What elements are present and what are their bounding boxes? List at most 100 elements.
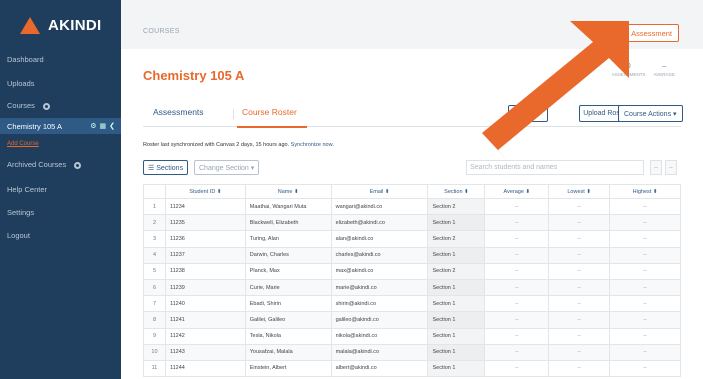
average: – xyxy=(484,197,550,216)
table-row[interactable]: 2 11235 Blackwell, Elizabeth elizabeth@akin… xyxy=(143,214,681,232)
row-index: 6 xyxy=(143,278,166,297)
highest: – xyxy=(609,197,681,216)
student-search-input[interactable]: Search students and names xyxy=(466,160,644,175)
akindi-logo-icon xyxy=(20,17,40,34)
row-index: 9 xyxy=(143,327,166,345)
share-icon[interactable]: ❮ xyxy=(109,122,115,130)
archived-gear-icon[interactable] xyxy=(74,161,82,169)
table-row[interactable]: 10 11243 Yousafzai, Malala malala@akindi.co… xyxy=(143,343,681,361)
student-id: 11240 xyxy=(164,295,246,313)
roster-sync-text: Roster last synchronized with Canvas 2 d… xyxy=(143,142,290,148)
tab-course-roster[interactable]: Course Roster xyxy=(242,107,297,117)
student-section: Section 1 xyxy=(427,343,486,361)
add-course-link[interactable]: Add Course xyxy=(7,141,39,147)
sidebar-item-uploads[interactable]: Uploads xyxy=(7,79,35,88)
roster-sync-info: Roster last synchronized with Canvas 2 d… xyxy=(143,142,334,148)
average: – xyxy=(484,295,550,313)
column-header[interactable]: Section ⬍ xyxy=(427,184,486,199)
course-stats: 0 ASSESSMENTS – AVERAGE xyxy=(612,63,675,77)
courses-gear-icon[interactable] xyxy=(43,102,51,110)
row-index: 2 xyxy=(143,214,166,232)
table-row[interactable]: 3 11236 Turing, Alan alan@akindi.co Section … xyxy=(143,230,681,248)
lowest: – xyxy=(548,359,611,378)
table-row[interactable]: 1 11234 Maathai, Wangari Muta wangari@akind… xyxy=(143,197,681,216)
collapse-button-2[interactable]: – xyxy=(665,160,677,175)
highest: – xyxy=(609,262,681,280)
average: – xyxy=(484,343,550,361)
table-row[interactable]: 5 11238 Planck, Max max@akindi.co Section 2–… xyxy=(143,262,681,280)
table-row[interactable]: 11 11244 Einstein, Albert albert@akindi.co S… xyxy=(143,359,681,378)
settings-gear-icon[interactable]: ⚙ xyxy=(90,122,96,130)
column-header[interactable]: Student ID ⬍ xyxy=(164,184,246,199)
sidebar-item-dashboard[interactable]: Dashboard xyxy=(7,55,44,64)
tab-assessments[interactable]: Assessments xyxy=(153,107,204,117)
stat-value: – xyxy=(662,63,667,70)
column-header[interactable]: Lowest ⬍ xyxy=(548,184,611,199)
student-section: Section 1 xyxy=(427,327,486,345)
course-actions-button[interactable]: Course Actions ▾ xyxy=(618,105,683,122)
lowest: – xyxy=(548,262,611,280)
table-row[interactable]: 9 11242 Tesla, Nikola nikola@akindi.co Secti… xyxy=(143,327,681,345)
student-email: marie@akindi.co xyxy=(330,278,429,297)
column-header[interactable]: Average ⬍ xyxy=(484,184,550,199)
tab-divider xyxy=(233,109,234,119)
sidebar-item-settings[interactable]: Settings xyxy=(7,208,34,217)
student-name: Einstein, Albert xyxy=(244,359,332,378)
active-tab-indicator xyxy=(237,126,307,128)
table-row[interactable]: 8 11241 Galilei, Galileo galileo@akindi.co S… xyxy=(143,311,681,329)
sidebar-item-chemistry-105-a[interactable]: Chemistry 105 A ⚙ ▦ ❮ xyxy=(0,118,121,134)
student-id: 11242 xyxy=(164,327,246,345)
student-section: Section 1 xyxy=(427,359,486,378)
brand-name: AKINDI xyxy=(48,17,102,34)
column-header[interactable]: Name ⬍ xyxy=(244,184,332,199)
highest: – xyxy=(609,343,681,361)
student-id: 11243 xyxy=(164,343,246,361)
average: – xyxy=(484,262,550,280)
table-row[interactable]: 6 11239 Curie, Marie marie@akindi.co Section… xyxy=(143,278,681,297)
average: – xyxy=(484,230,550,248)
average: – xyxy=(484,246,550,264)
sidebar-item-courses[interactable]: Courses xyxy=(7,101,51,110)
student-id: 11239 xyxy=(164,278,246,297)
collapse-button-1[interactable]: – xyxy=(650,160,662,175)
column-header[interactable]: Highest ⬍ xyxy=(609,184,681,199)
stat-label: AVERAGE xyxy=(653,72,675,77)
student-email: wangari@akindi.co xyxy=(330,197,429,216)
student-email: charles@akindi.co xyxy=(330,246,429,264)
collect-button[interactable]: Colle xyxy=(508,105,548,122)
create-assessment-button[interactable]: Create Assessment xyxy=(599,24,679,42)
student-name: Ebadi, Shirin xyxy=(244,295,332,313)
student-id: 11236 xyxy=(164,230,246,248)
average: – xyxy=(484,311,550,329)
student-id: 11234 xyxy=(164,197,246,216)
sidebar-item-label: Archived Courses xyxy=(7,160,67,169)
sidebar-item-archived-courses[interactable]: Archived Courses xyxy=(7,160,82,169)
student-email: elizabeth@akindi.co xyxy=(330,214,429,232)
course-row-icons: ⚙ ▦ ❮ xyxy=(90,122,115,130)
student-section: Section 2 xyxy=(427,197,486,216)
highest: – xyxy=(609,230,681,248)
grid-icon[interactable]: ▦ xyxy=(100,122,107,130)
sidebar-item-label: Courses xyxy=(7,101,35,110)
student-section: Section 1 xyxy=(427,311,486,329)
student-section: Section 1 xyxy=(427,214,486,232)
row-index: 1 xyxy=(143,197,166,216)
synchronize-now-link[interactable]: Synchronize now. xyxy=(291,142,334,148)
table-row[interactable]: 7 11240 Ebadi, Shirin shirin@akindi.co Secti… xyxy=(143,295,681,313)
change-section-dropdown[interactable]: Change Section ▾ xyxy=(194,160,260,175)
lowest: – xyxy=(548,246,611,264)
sections-button[interactable]: ☰ Sections xyxy=(143,160,189,175)
main-content: Chemistry 105 A 0 ASSESSMENTS – AVERAGE … xyxy=(121,49,703,379)
sidebar-item-logout[interactable]: Logout xyxy=(7,231,30,240)
breadcrumb[interactable]: COURSES xyxy=(143,28,180,35)
student-email: alan@akindi.co xyxy=(330,230,429,248)
sidebar-item-help-center[interactable]: Help Center xyxy=(7,185,47,194)
student-name: Darwin, Charles xyxy=(244,246,332,264)
row-index: 10 xyxy=(143,343,166,361)
row-index: 11 xyxy=(143,359,166,378)
average: – xyxy=(484,278,550,297)
akindi-logo[interactable]: AKINDI xyxy=(20,17,101,34)
table-row[interactable]: 4 11237 Darwin, Charles charles@akindi.co Se… xyxy=(143,246,681,264)
highest: – xyxy=(609,278,681,297)
column-header[interactable]: Email ⬍ xyxy=(330,184,429,199)
